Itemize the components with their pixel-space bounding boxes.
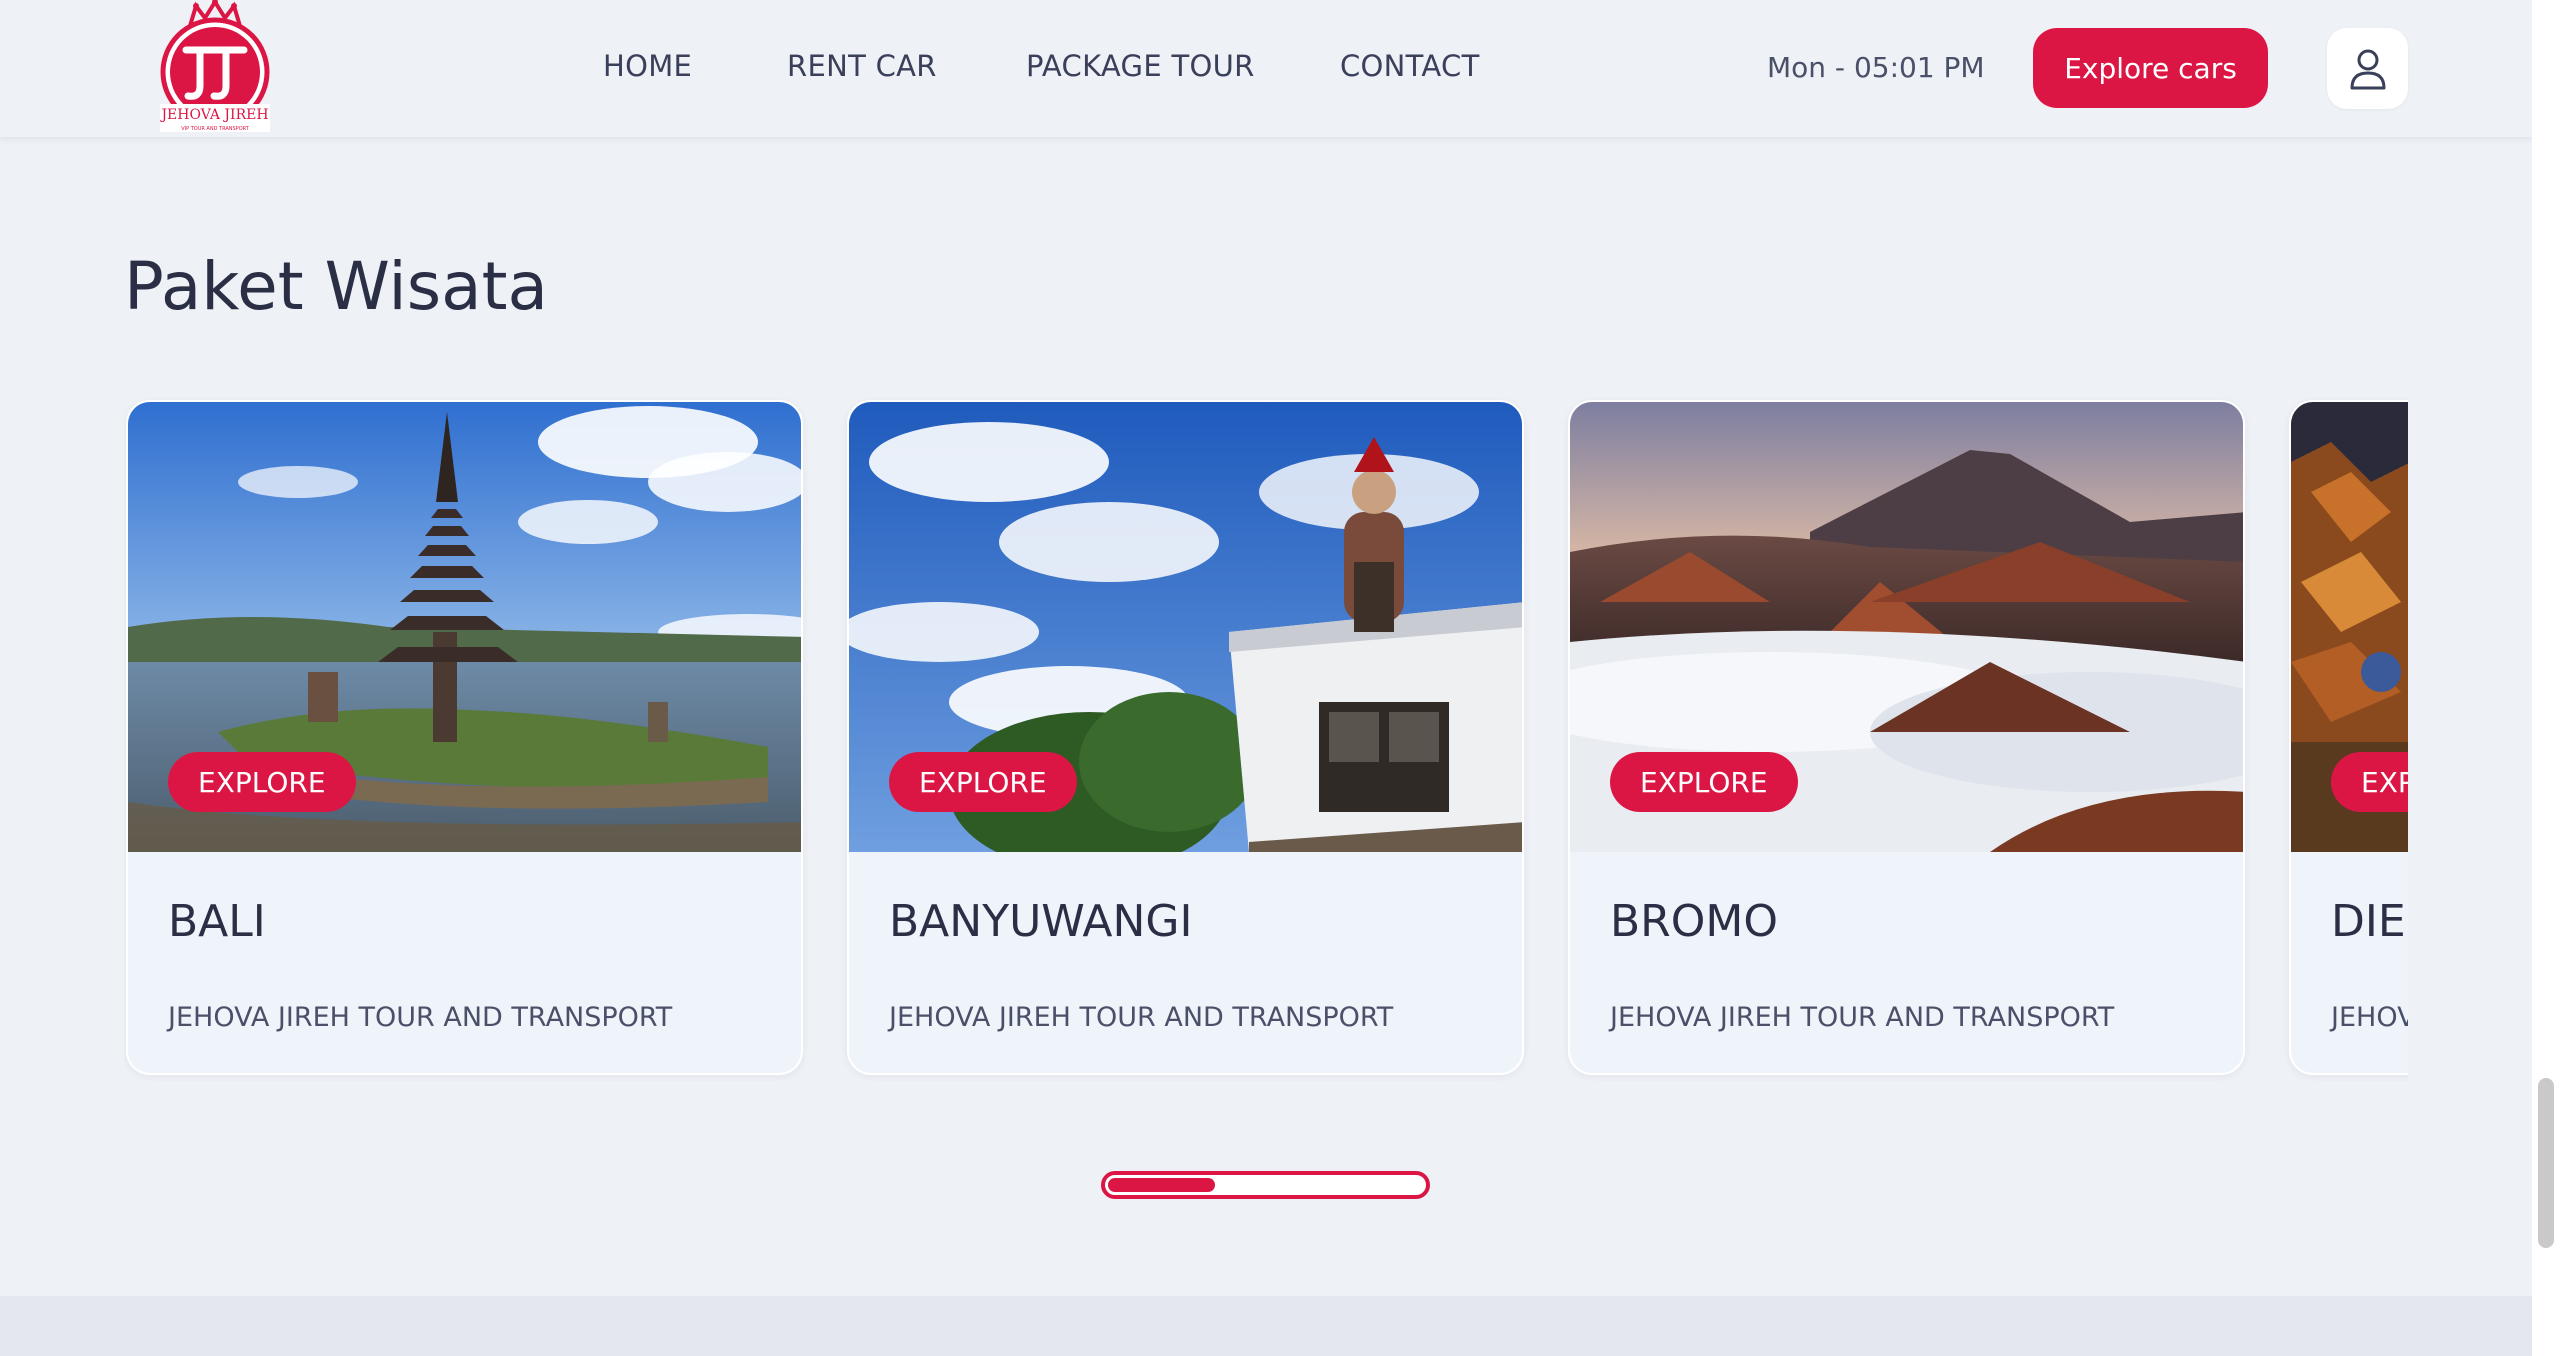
tour-card-title: BANYUWANGI [889, 896, 1193, 947]
tour-card-bali[interactable]: EXPLORE BALI JEHOVA JIREH TOUR AND TRANS… [126, 400, 803, 1075]
nav-rent-car[interactable]: RENT CAR [787, 49, 937, 83]
brand-logo[interactable]: JEHOVA JIREH VIP TOUR AND TRANSPORT [150, 0, 280, 132]
tour-card-title: BROMO [1610, 896, 1778, 947]
explore-badge-button[interactable]: EXPLORE [1610, 752, 1798, 812]
tour-card-subtitle: JEHOVA JIREH TOUR AND TRANSPORT [889, 1002, 1394, 1033]
tour-card-title: BALI [168, 896, 266, 947]
explore-cars-button[interactable]: Explore cars [2033, 28, 2268, 108]
carousel-progress-fill [1108, 1178, 1215, 1192]
explore-badge-button[interactable]: EXPLORE [168, 752, 356, 812]
page: JEHOVA JIREH VIP TOUR AND TRANSPORT HOME… [0, 0, 2560, 1356]
logo-wordmark: JEHOVA JIREH VIP TOUR AND TRANSPORT [159, 104, 270, 132]
svg-text:JEHOVA JIREH: JEHOVA JIREH [159, 107, 268, 123]
tour-card-subtitle: JEHOVA JIREH TOUR AND TRANSPORT [2331, 1002, 2408, 1033]
explore-badge-button[interactable]: EXPLORE [889, 752, 1077, 812]
user-icon [2350, 49, 2385, 89]
footer-band [0, 1296, 2532, 1356]
section-title: Paket Wisata [124, 248, 548, 325]
nav-home[interactable]: HOME [603, 49, 692, 83]
tour-package-carousel[interactable]: EXPLORE BALI JEHOVA JIREH TOUR AND TRANS… [124, 397, 2408, 1081]
svg-text:VIP TOUR AND TRANSPORT: VIP TOUR AND TRANSPORT [181, 126, 250, 132]
explore-badge-button[interactable]: EXPLORE [2331, 752, 2408, 812]
page-scrollbar[interactable] [2532, 0, 2560, 1356]
nav-package-tour[interactable]: PACKAGE TOUR [1026, 49, 1255, 83]
tour-card-title: DIENG [2331, 896, 2408, 947]
user-account-button[interactable] [2327, 28, 2408, 109]
scrollbar-thumb[interactable] [2538, 1078, 2554, 1248]
nav-contact[interactable]: CONTACT [1340, 49, 1480, 83]
tour-card-bromo[interactable]: EXPLORE BROMO JEHOVA JIREH TOUR AND TRAN… [1568, 400, 2245, 1075]
tour-card-subtitle: JEHOVA JIREH TOUR AND TRANSPORT [168, 1002, 673, 1033]
main-column: JEHOVA JIREH VIP TOUR AND TRANSPORT HOME… [0, 0, 2532, 1356]
tour-card-banyuwangi[interactable]: EXPLORE BANYUWANGI JEHOVA JIREH TOUR AND… [847, 400, 1524, 1075]
carousel-progress-bar[interactable] [1101, 1171, 1430, 1199]
tour-card-dieng[interactable]: EXPLORE DIENG JEHOVA JIREH TOUR AND TRAN… [2289, 400, 2408, 1075]
current-datetime: Mon - 05:01 PM [1767, 51, 1985, 84]
tour-card-subtitle: JEHOVA JIREH TOUR AND TRANSPORT [1610, 1002, 2115, 1033]
top-navbar: JEHOVA JIREH VIP TOUR AND TRANSPORT HOME… [0, 0, 2532, 137]
